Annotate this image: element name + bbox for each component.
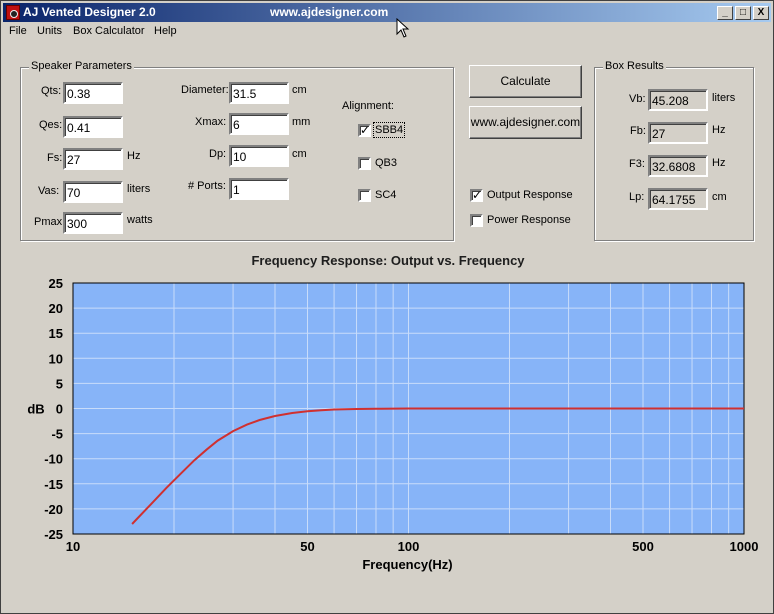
diameter-field[interactable]: 31.5 (229, 82, 289, 104)
pmax-unit: watts (127, 214, 153, 226)
fs-field[interactable]: 27 (63, 148, 123, 170)
sc4-checkbox[interactable] (358, 189, 371, 202)
frequency-response-chart: 2520151050-5-10-15-20-2510 50 100 500 1000dB… (27, 276, 759, 572)
menu-help[interactable]: Help (154, 25, 177, 37)
diameter-label: Diameter: (181, 84, 229, 96)
xmax-label: Xmax: (195, 116, 227, 128)
y-tick-label: 25 (49, 276, 63, 291)
f3-unit: Hz (712, 157, 726, 169)
sbb4-checkbox[interactable]: ✓ (358, 123, 371, 137)
alignment-label: Alignment: (342, 100, 394, 112)
pmax-label: Pmax: (34, 216, 66, 228)
window-title: AJ Vented Designer 2.0 (23, 5, 156, 19)
checkmark-icon: ✓ (360, 123, 371, 137)
dp-unit: cm (292, 148, 307, 160)
ports-label: # Ports: (188, 180, 226, 192)
x-tick-label: 10 (66, 539, 80, 554)
fs-label: Fs: (47, 152, 63, 164)
box-results-label: Box Results (603, 60, 666, 72)
y-tick-label: -10 (44, 452, 63, 467)
f3-field: 32.6808 (648, 155, 708, 177)
y-axis-label: dB (27, 402, 44, 417)
y-tick-label: -20 (44, 502, 63, 517)
title-bar[interactable]: AJ Vented Designer 2.0 www.ajdesigner.co… (3, 3, 771, 22)
lp-label: Lp: (629, 191, 645, 203)
sc4-label[interactable]: SC4 (375, 189, 396, 201)
qb3-checkbox[interactable] (358, 157, 371, 170)
power-response-checkbox[interactable] (470, 214, 483, 227)
speaker-app-icon[interactable] (6, 5, 20, 20)
output-response-checkbox[interactable]: ✓ (470, 188, 483, 202)
dp-field[interactable]: 10 (229, 145, 289, 167)
lp-unit: cm (712, 191, 727, 203)
speaker-parameters-label: Speaker Parameters (29, 60, 134, 72)
vb-unit: liters (712, 92, 736, 104)
qts-field[interactable]: 0.38 (63, 82, 123, 104)
qb3-label[interactable]: QB3 (375, 157, 397, 169)
minimize-button[interactable]: _ (717, 6, 733, 20)
diameter-unit: cm (292, 84, 307, 96)
fb-field: 27 (648, 122, 708, 144)
close-button[interactable]: X (753, 6, 769, 20)
checkmark-icon: ✓ (472, 188, 483, 202)
menu-units[interactable]: Units (37, 25, 62, 37)
y-tick-label: -25 (44, 527, 63, 542)
ports-field[interactable]: 1 (229, 178, 289, 200)
fb-unit: Hz (712, 124, 726, 136)
menu-file[interactable]: File (9, 25, 27, 37)
qes-field[interactable]: 0.41 (63, 116, 123, 138)
menu-bar: File Units Box Calculator Help (3, 23, 771, 41)
power-response-label[interactable]: Power Response (487, 214, 571, 226)
mouse-cursor-icon (396, 18, 410, 38)
x-tick-label: 500 (632, 539, 654, 554)
x-tick-label: 1000 (730, 539, 759, 554)
y-tick-label: -5 (51, 427, 63, 442)
y-tick-label: -15 (44, 477, 63, 492)
vas-label: Vas: (38, 185, 60, 197)
dp-label: Dp: (209, 148, 227, 160)
f3-label: F3: (629, 158, 645, 170)
calculate-button[interactable]: Calculate (469, 65, 582, 98)
y-tick-label: 0 (56, 402, 63, 417)
xmax-field[interactable]: 6 (229, 113, 289, 135)
vas-unit: liters (127, 183, 151, 195)
fb-label: Fb: (630, 125, 646, 137)
x-tick-label: 50 (300, 539, 314, 554)
lp-field: 64.1755 (648, 188, 708, 210)
vb-field: 45.208 (648, 89, 708, 111)
app-window: AJ Vented Designer 2.0 www.ajdesigner.co… (0, 0, 774, 614)
fs-unit: Hz (127, 150, 141, 162)
vb-label: Vb: (629, 93, 646, 105)
menu-box-calculator[interactable]: Box Calculator (73, 25, 145, 37)
qts-label: Qts: (41, 85, 62, 97)
y-tick-label: 20 (49, 301, 63, 316)
vas-field[interactable]: 70 (63, 181, 123, 203)
xmax-unit: mm (292, 116, 311, 128)
sbb4-label[interactable]: SBB4 (372, 122, 406, 138)
output-response-label[interactable]: Output Response (487, 189, 573, 201)
y-tick-label: 15 (49, 326, 63, 341)
x-axis-label: Frequency(Hz) (362, 557, 452, 572)
website-button[interactable]: www.ajdesigner.com (469, 106, 582, 139)
maximize-button[interactable]: □ (735, 6, 751, 20)
chart-title: Frequency Response: Output vs. Frequency (251, 253, 525, 268)
x-tick-label: 100 (398, 539, 420, 554)
window-title-url: www.ajdesigner.com (270, 5, 389, 19)
y-tick-label: 10 (49, 351, 63, 366)
qes-label: Qes: (39, 119, 63, 131)
pmax-field[interactable]: 300 (63, 212, 123, 234)
y-tick-label: 5 (56, 376, 63, 391)
